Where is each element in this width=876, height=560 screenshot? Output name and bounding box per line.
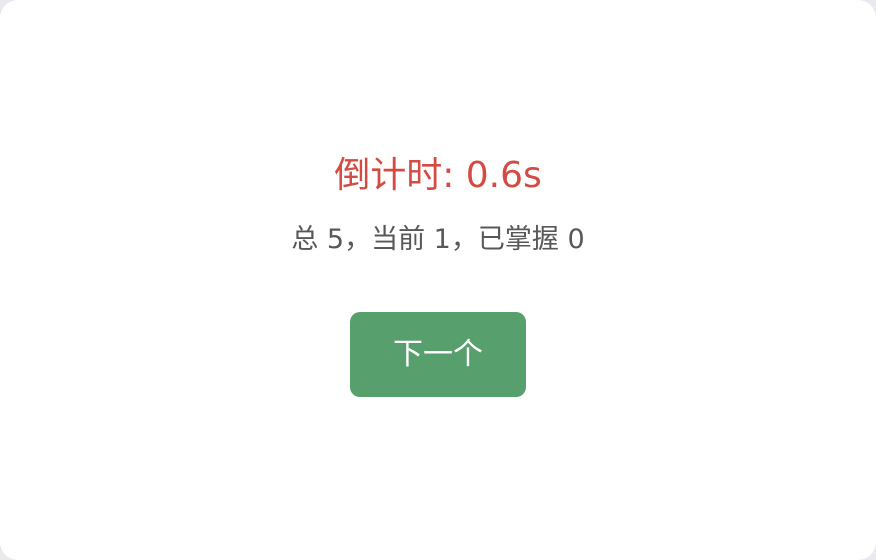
- next-button[interactable]: 下一个: [350, 312, 526, 397]
- countdown-text: 倒计时: 0.6s: [334, 155, 542, 196]
- quiz-content: 倒计时: 0.6s 总 5，当前 1，已掌握 0 下一个: [0, 150, 876, 397]
- progress-summary: 总 5，当前 1，已掌握 0: [291, 224, 585, 255]
- quiz-card: 倒计时: 0.6s 总 5，当前 1，已掌握 0 下一个: [0, 0, 876, 560]
